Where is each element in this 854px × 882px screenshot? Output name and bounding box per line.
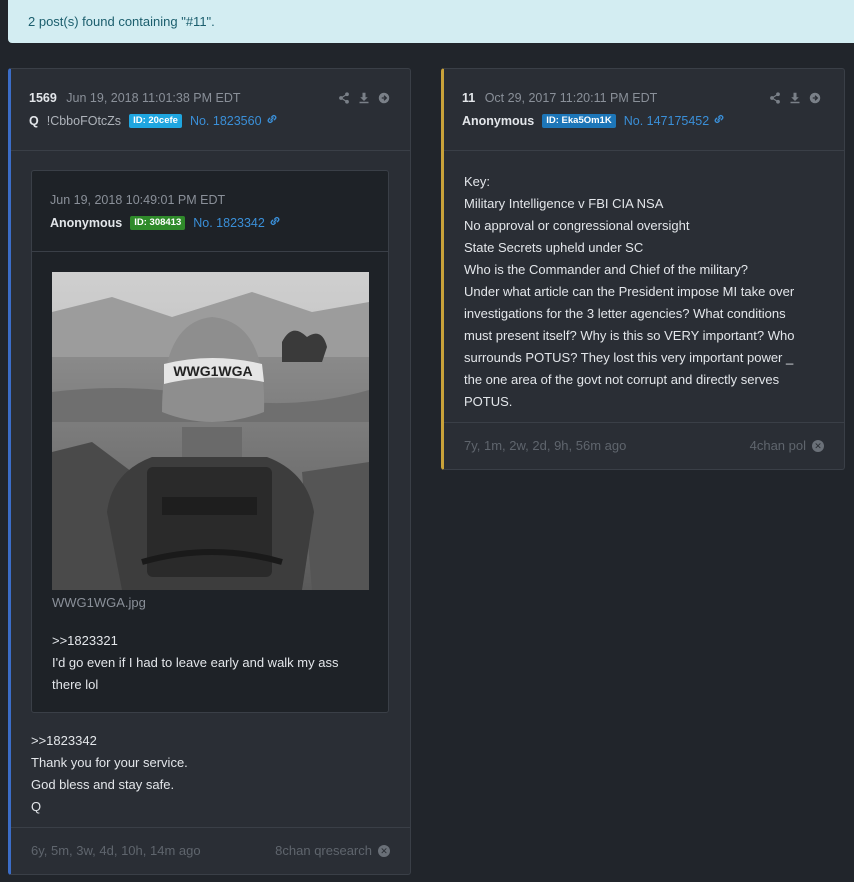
quoted-post-line: there lol	[52, 677, 99, 692]
link-icon[interactable]	[266, 113, 278, 128]
share-icon[interactable]	[337, 91, 351, 105]
post-body: Key: Military Intelligence v FBI CIA NSA…	[464, 171, 834, 413]
quoted-post-line: I'd go even if I had to leave early and …	[52, 655, 339, 670]
poster-id-badge[interactable]: ID: Eka5Om1K	[542, 113, 616, 128]
post-header: 1569 Jun 19, 2018 11:01:38 PM EDT Q !Cbb…	[11, 69, 410, 151]
post-no-link[interactable]: No. 1823560	[190, 114, 262, 128]
post-body-line: POTUS.	[464, 394, 513, 409]
post-age: 7y, 1m, 2w, 2d, 9h, 56m ago	[464, 438, 627, 453]
download-icon[interactable]	[788, 91, 802, 105]
post-age: 6y, 5m, 3w, 4d, 10h, 14m ago	[31, 843, 201, 858]
close-circle-icon[interactable]: ✕	[812, 439, 824, 452]
post-number[interactable]: 11	[462, 91, 475, 105]
quote-reference-link[interactable]: >>1823321	[52, 630, 372, 652]
post-card-1569: 1569 Jun 19, 2018 11:01:38 PM EDT Q !Cbb…	[8, 68, 411, 875]
post-source: 4chan pol	[749, 438, 806, 453]
post-number[interactable]: 1569	[29, 91, 57, 105]
close-circle-icon[interactable]: ✕	[378, 844, 390, 857]
arrow-right-circle-icon[interactable]	[808, 91, 822, 105]
share-icon[interactable]	[768, 91, 782, 105]
arrow-right-circle-icon[interactable]	[377, 91, 391, 105]
post-body-line: surrounds POTUS? They lost this very imp…	[464, 350, 794, 365]
poster-name: Q	[29, 113, 39, 128]
post-body-line: Q	[31, 799, 42, 814]
results-banner: 2 post(s) found containing "#11".	[8, 0, 854, 43]
quoted-post-date: Jun 19, 2018 10:49:01 PM EDT	[50, 193, 226, 207]
post-body-line: God bless and stay safe.	[31, 777, 175, 792]
post-body-line: State Secrets upheld under SC	[464, 240, 644, 255]
quoted-post-body: >>1823321 I'd go even if I had to leave …	[52, 630, 372, 696]
post-body: >>1823342 Thank you for your service. Go…	[31, 730, 188, 818]
image-filename[interactable]: WWG1WGA.jpg	[52, 595, 146, 610]
post-date: Jun 19, 2018 11:01:38 PM EDT	[66, 91, 241, 105]
quoted-poster-id-badge[interactable]: ID: 308413	[130, 215, 186, 230]
post-body-line: investigations for the 3 letter agencies…	[464, 306, 786, 321]
post-footer: 7y, 1m, 2w, 2d, 9h, 56m ago 4chan pol ✕	[444, 422, 844, 469]
post-body-line: Under what article can the President imp…	[464, 284, 795, 299]
quoted-post: Jun 19, 2018 10:49:01 PM EDT Anonymous I…	[31, 170, 389, 713]
link-icon[interactable]	[713, 113, 725, 128]
post-body-line: Who is the Commander and Chief of the mi…	[464, 262, 748, 277]
quoted-post-no-link[interactable]: No. 1823342	[193, 216, 265, 230]
download-icon[interactable]	[357, 91, 371, 105]
poster-name: Anonymous	[462, 113, 535, 128]
post-body-line: No approval or congressional oversight	[464, 218, 690, 233]
poster-id-badge[interactable]: ID: 20cefe	[129, 113, 182, 128]
quoted-poster-name: Anonymous	[50, 215, 123, 230]
link-icon[interactable]	[269, 215, 281, 230]
quoted-post-header: Jun 19, 2018 10:49:01 PM EDT Anonymous I…	[32, 171, 388, 252]
post-footer: 6y, 5m, 3w, 4d, 10h, 14m ago 8chan qrese…	[11, 827, 410, 874]
post-body-line: must present itself? Why is this so VERY…	[464, 328, 795, 343]
post-body-line: the one area of the govt not corrupt and…	[464, 372, 780, 387]
post-no-link[interactable]: No. 147175452	[624, 114, 710, 128]
post-card-11: 11 Oct 29, 2017 11:20:11 PM EDT Anonymou…	[441, 68, 845, 470]
post-image[interactable]: WWG1WGA	[52, 272, 369, 590]
tripcode: !CbboFOtcZs	[46, 113, 122, 128]
post-source: 8chan qresearch	[275, 843, 372, 858]
post-body-line: Key:	[464, 174, 491, 189]
post-header: 11 Oct 29, 2017 11:20:11 PM EDT Anonymou…	[444, 69, 844, 151]
post-date: Oct 29, 2017 11:20:11 PM EDT	[484, 91, 658, 105]
post-body-line: Military Intelligence v FBI CIA NSA	[464, 196, 664, 211]
helmet-lettering: WWG1WGA	[173, 363, 252, 379]
quote-reference-link[interactable]: >>1823342	[31, 730, 188, 752]
results-count-text: 2 post(s) found containing "#11".	[28, 14, 215, 29]
post-body-line: Thank you for your service.	[31, 755, 188, 770]
